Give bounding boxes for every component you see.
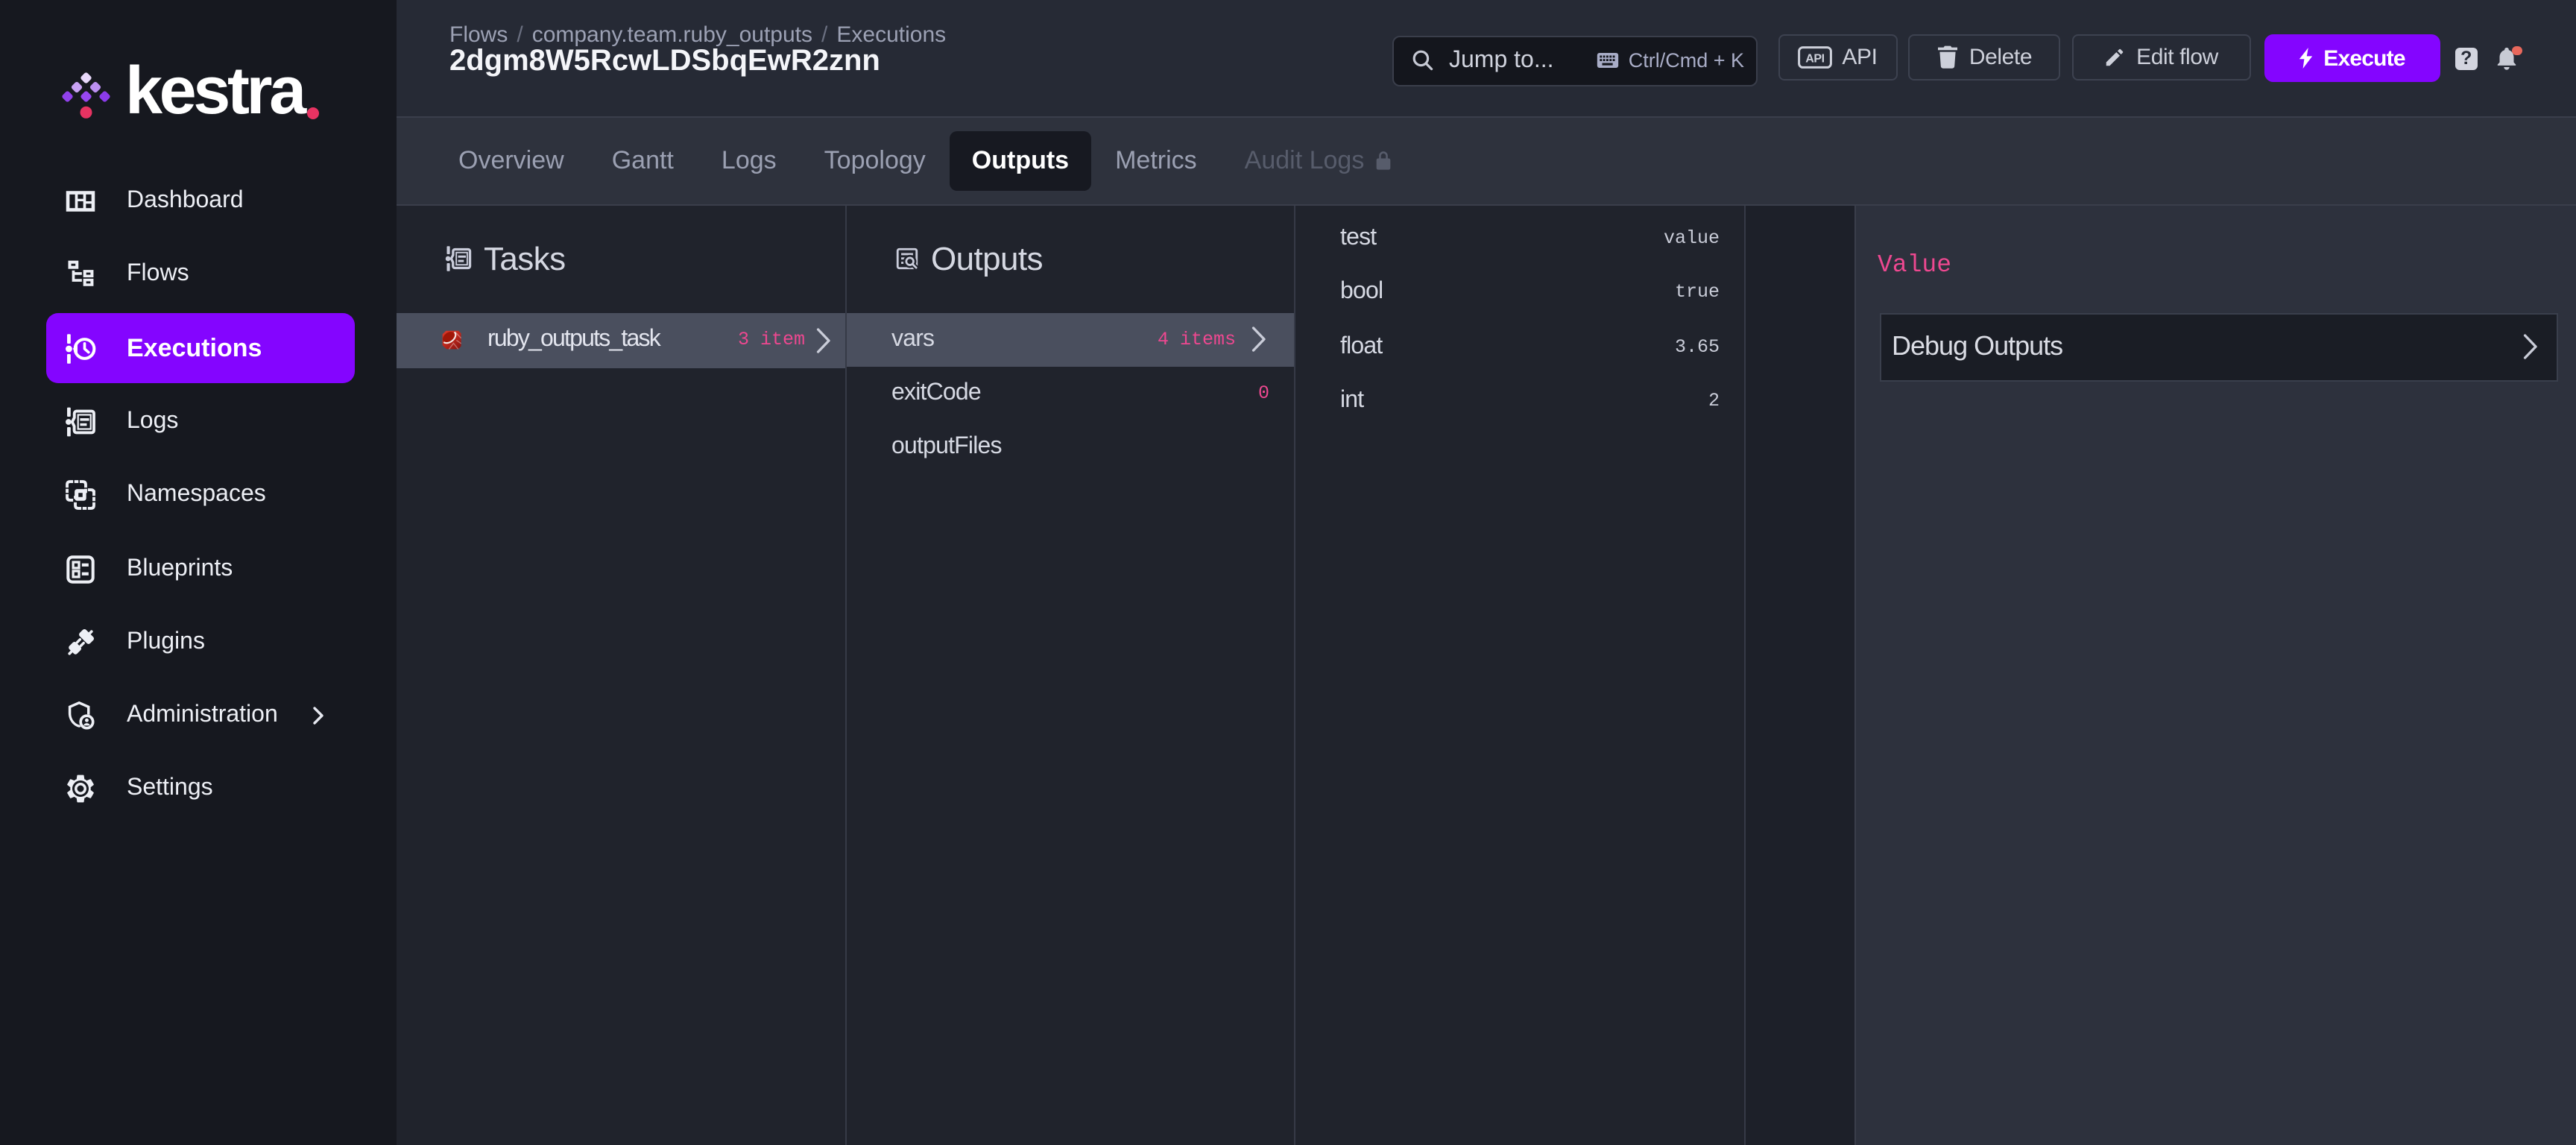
svg-text:API: API	[1805, 51, 1824, 64]
